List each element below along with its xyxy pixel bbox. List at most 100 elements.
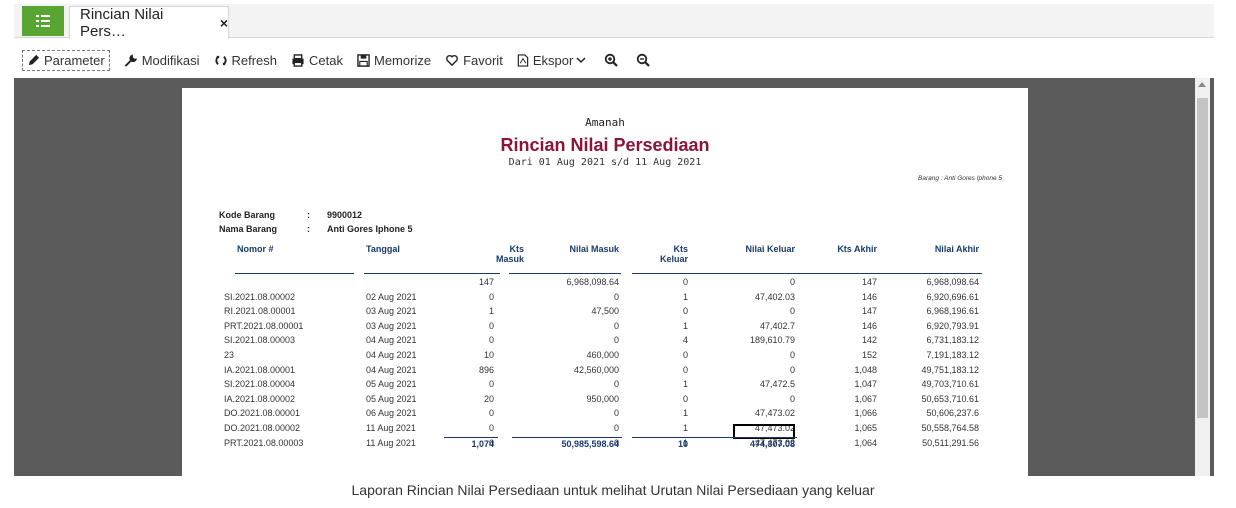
cell-nilai-keluar: 189,610.79 [749, 335, 795, 346]
cell-nilai-masuk: 47,500 [591, 306, 619, 317]
cell-kts-masuk: 10 [483, 350, 494, 360]
total-kts-masuk: 1,074 [471, 439, 494, 449]
header-kts-keluar-2: Keluar [659, 254, 688, 264]
vertical-scrollbar[interactable] [1195, 78, 1210, 476]
memorize-button[interactable]: Memorize [357, 53, 431, 68]
cell-kts-keluar: 1 [682, 423, 688, 433]
header-tanggal: Tanggal [366, 244, 400, 254]
cell-kts-masuk: 0 [488, 335, 494, 346]
favorit-button[interactable]: Favorit [445, 53, 503, 68]
app-window: Rincian Nilai Pers… × Parameter Modifika… [14, 4, 1214, 476]
total-nilai-keluar: 474,307.08 [749, 439, 795, 449]
heart-icon [446, 54, 458, 66]
cell-kts-keluar: 1 [682, 320, 688, 331]
header-underline [509, 273, 621, 274]
cell-nilai-masuk: 0 [613, 408, 619, 419]
cetak-label: Cetak [309, 52, 343, 68]
cell-nilai-masuk: 0 [613, 291, 619, 302]
cell-kts-masuk: 0 [488, 379, 494, 390]
header-underline [364, 273, 444, 274]
cell-nilai-keluar: 0 [789, 306, 795, 317]
cell-nilai-keluar: 47,472.5 [759, 379, 795, 390]
cell-nilai-masuk: 0 [613, 379, 619, 390]
ekspor-dropdown[interactable]: Ekspor [517, 53, 590, 68]
report-page: Amanah Rincian Nilai Persediaan Dari 01 … [182, 88, 1028, 476]
report-period: Dari 01 Aug 2021 s/d 11 Aug 2021 [508, 157, 702, 168]
cell-nilai-akhir: 50,511,291.56 [922, 437, 979, 448]
header-kts-akhir: Kts Akhir [837, 244, 877, 254]
company-name: Amanah [585, 116, 625, 129]
header-underline [874, 273, 982, 274]
chevron-down-icon [576, 57, 586, 64]
cell-nomor: IA.2021.08.00001 [224, 364, 296, 375]
cell-nilai-keluar: 0 [789, 393, 795, 404]
cell-nomor: SI.2021.08.00004 [224, 379, 296, 390]
modifikasi-button[interactable]: Modifikasi [124, 53, 200, 68]
zoom-out-button[interactable] [636, 53, 654, 67]
table-row: DO.2021.08.00001 06 Aug 2021 0 0 1 47,473.02 1… [182, 408, 1028, 423]
report-viewer[interactable]: Amanah Rincian Nilai Persediaan Dari 01 … [14, 78, 1214, 476]
cell-kts-keluar: 1 [682, 379, 688, 390]
cell-kts-akhir: 142 [861, 335, 877, 346]
header-nilai-masuk: Nilai Masuk [569, 244, 619, 254]
header-underline [235, 273, 354, 274]
nama-barang-value: Anti Gores Iphone 5 [327, 224, 413, 234]
kode-barang-row: Kode Barang : 9900012 [219, 210, 362, 220]
scroll-thumb[interactable] [1197, 98, 1208, 418]
header-underline [687, 273, 797, 274]
zoom-in-button[interactable] [604, 53, 622, 67]
cell-kts-akhir: 1,065 [854, 423, 877, 433]
image-caption: Laporan Rincian Nilai Persediaan untuk m… [351, 482, 875, 498]
kode-barang-value: 9900012 [327, 210, 363, 220]
table-row: 147 6,968,098.64 0 0 147 6,968,098.64 [182, 277, 1028, 292]
cell-nilai-akhir: 6,920,696.61 [926, 291, 979, 302]
cell-kts-akhir: 1,047 [854, 379, 877, 390]
close-icon[interactable]: × [220, 15, 228, 31]
cell-kts-keluar: 4 [682, 335, 688, 346]
nama-barang-separator: : [307, 224, 310, 234]
cell-nilai-masuk: 0 [613, 320, 619, 331]
table-row: IA.2021.08.00001 04 Aug 2021 896 42,560,000… [182, 365, 1028, 380]
menu-button[interactable] [22, 6, 64, 36]
cell-kts-akhir: 1,064 [854, 437, 877, 448]
cell-nilai-masuk: 0 [613, 335, 619, 346]
table-row: DO.2021.08.00002 11 Aug 2021 0 0 1 47,473.02 1… [182, 423, 1028, 438]
cell-kts-keluar: 0 [682, 364, 688, 375]
nama-barang-row: Nama Barang : Anti Gores Iphone 5 [219, 224, 413, 234]
cell-kts-masuk: 147 [478, 277, 494, 287]
cell-kts-akhir: 1,048 [854, 364, 877, 375]
cell-nomor: DO.2021.08.00002 [224, 423, 301, 433]
toolbar: Parameter Modifikasi Refresh Cetak Memor… [14, 46, 1214, 74]
header-kts-masuk-2: Masuk [495, 254, 524, 264]
cell-kts-masuk: 1 [488, 306, 494, 317]
cell-kts-akhir: 147 [861, 306, 877, 317]
nama-barang-label: Nama Barang [219, 224, 278, 234]
cell-kts-masuk: 0 [488, 291, 494, 302]
cell-nomor: SI.2021.08.00002 [224, 291, 296, 302]
cell-nomor: IA.2021.08.00002 [224, 393, 296, 404]
table-row: RI.2021.08.00001 03 Aug 2021 1 47,500 0 0 147 6… [182, 306, 1028, 321]
kode-barang-separator: : [307, 210, 310, 220]
list-menu-icon [36, 15, 50, 27]
cell-nomor: SI.2021.08.00003 [224, 335, 296, 346]
pdf-icon [517, 53, 529, 67]
pencil-icon [28, 54, 40, 65]
header-underline [792, 273, 877, 274]
refresh-button[interactable]: Refresh [214, 52, 278, 68]
cell-nilai-keluar: 47,402.03 [754, 291, 795, 302]
cetak-button[interactable]: Cetak [291, 53, 343, 68]
cell-kts-keluar: 0 [682, 393, 688, 404]
cell-nilai-akhir: 6,920,793.91 [926, 320, 979, 331]
cell-nilai-akhir: 50,606,237.6 [926, 408, 979, 419]
scroll-up-arrow-icon[interactable] [1198, 82, 1206, 87]
cell-nilai-keluar: 47,402.7 [759, 320, 795, 331]
table-row: SI.2021.08.00003 04 Aug 2021 0 0 4 189,610.79… [182, 335, 1028, 350]
total-line [444, 437, 498, 438]
parameter-label: Parameter [44, 52, 105, 68]
tab-rincian-nilai-persediaan[interactable]: Rincian Nilai Pers… × [69, 6, 229, 40]
table-row: PRT.2021.08.00001 03 Aug 2021 0 0 1 47,402.7 1… [182, 321, 1028, 336]
refresh-label: Refresh [231, 52, 278, 68]
printer-icon [292, 53, 304, 67]
parameter-button[interactable]: Parameter [22, 49, 110, 71]
wrench-icon [124, 53, 137, 67]
